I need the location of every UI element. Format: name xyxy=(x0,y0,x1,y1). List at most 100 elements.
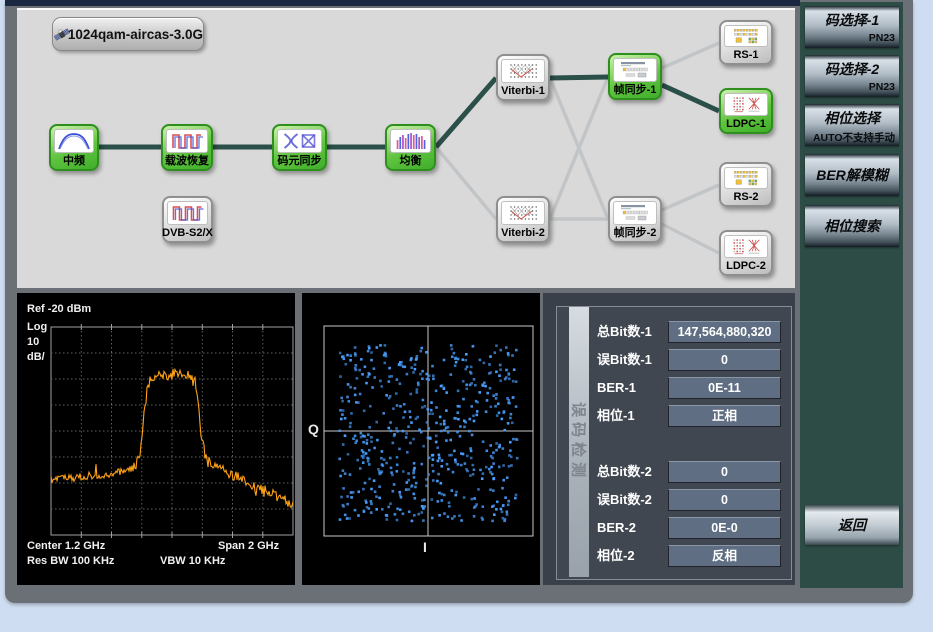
flow-block-dvb-s2x[interactable]: DVB-S2/X xyxy=(162,196,213,243)
constellation-i-label: I xyxy=(423,539,427,555)
spectrum-panel: Ref -20 dBm Log 10 dB/ Center 1.2 GHz Sp… xyxy=(17,293,295,585)
sidebar-button-label: 码选择-1 xyxy=(805,10,899,30)
flow-block-label: 载波恢复 xyxy=(165,153,209,169)
spectrum-vbw-label: VBW 10 KHz xyxy=(160,555,225,567)
sidebar-button-label: 码选择-2 xyxy=(805,59,899,79)
flow-edge-inactive xyxy=(662,224,719,253)
sidebar-button-label: 相位搜索 xyxy=(824,216,880,236)
spectrum-center-label: Center 1.2 GHz xyxy=(27,540,105,552)
ber-row-label: 误Bit数-1 xyxy=(597,349,652,371)
sidebar-button-label: BER解模糊 xyxy=(816,165,888,185)
constellation-q-label: Q xyxy=(308,421,319,437)
spectrum-rbw-label: Res BW 100 KHz xyxy=(27,555,114,567)
ber-stats-panel: 误码检测 总Bit数-1147,564,880,320 误Bit数-1 0 BER-1… xyxy=(543,293,795,585)
ber-row-value: 0 xyxy=(668,489,781,511)
bars-icon xyxy=(390,129,431,153)
flow-block-label: 均衡 xyxy=(400,153,422,169)
sidebar-button-label: 相位选择 xyxy=(805,108,899,128)
flow-block-zhentongbu-1[interactable]: 帧同步-1 xyxy=(608,53,662,100)
flow-block-zhentongbu-2[interactable]: 帧同步-2 xyxy=(608,196,662,243)
flow-block-ldpc-1[interactable]: LDPC-1 xyxy=(719,88,773,134)
ber-row-5: 总Bit数-2 0 xyxy=(597,461,783,483)
flow-block-label: 中频 xyxy=(63,153,85,169)
ber-row-value: 反相 xyxy=(668,545,781,567)
sidebar-button-sublabel: AUTO不支持手动 xyxy=(805,130,899,145)
ber-row-4: 相位-1 正相 xyxy=(597,405,783,427)
rs-icon xyxy=(724,167,768,189)
flow-edge-inactive xyxy=(436,147,496,219)
sidebar-button-2[interactable]: 码选择-2 PN23 xyxy=(805,55,899,97)
flow-block-zhongpin[interactable]: 中频 xyxy=(49,124,99,171)
scheme-title-label: 1024qam-aircas-3.0G xyxy=(68,27,203,42)
ber-title-strip: 误码检测 xyxy=(569,307,589,577)
sidebar-button-label: 返回 xyxy=(838,515,866,535)
rs-icon xyxy=(724,25,768,47)
trellis-icon xyxy=(501,201,545,225)
squarewave-icon xyxy=(167,201,208,225)
ber-stats-inner: 误码检测 总Bit数-1147,564,880,320 误Bit数-1 0 BER-1… xyxy=(556,306,792,580)
spectrum-scale-label-db: dB/ xyxy=(27,351,45,363)
flow-edge-active xyxy=(662,85,719,111)
scheme-title-button[interactable]: 1024qam-aircas-3.0G xyxy=(52,17,204,51)
flow-edge-inactive xyxy=(662,185,719,210)
trellis-icon xyxy=(501,59,545,83)
constellation-panel: Q I xyxy=(302,293,540,585)
ber-row-value: 0 xyxy=(668,461,781,483)
flow-block-label: Viterbi-1 xyxy=(501,83,545,99)
flow-block-label: 帧同步-1 xyxy=(614,82,657,98)
flow-block-rs-2[interactable]: RS-2 xyxy=(719,162,773,207)
constellation-plot xyxy=(302,293,540,585)
ber-row-label: BER-1 xyxy=(597,377,636,399)
ber-row-value: 0E-11 xyxy=(668,377,781,399)
ber-row-value: 147,564,880,320 xyxy=(668,321,781,343)
flow-block-label: RS-2 xyxy=(733,189,758,205)
frame-icon xyxy=(613,58,657,82)
sidebar-button-5[interactable]: 相位搜索 xyxy=(805,205,899,247)
flow-edge-active xyxy=(550,77,608,78)
flow-block-junheng[interactable]: 均衡 xyxy=(385,124,436,171)
ber-row-value: 0 xyxy=(668,349,781,371)
spectrum-scale-label-log: Log xyxy=(27,321,47,333)
flow-block-zaibohuifu[interactable]: 载波恢复 xyxy=(161,124,213,171)
ber-title-label: 误码检测 xyxy=(569,402,590,482)
ldpc-icon xyxy=(724,93,768,116)
frame-icon xyxy=(613,201,657,225)
ber-row-label: 相位-2 xyxy=(597,545,635,567)
ber-row-7: BER-20E-0 xyxy=(597,517,783,539)
flow-block-viterbi-1[interactable]: Viterbi-1 xyxy=(496,54,550,101)
flow-edge-inactive xyxy=(662,43,719,68)
bandpass-icon xyxy=(54,129,94,153)
flow-block-label: 帧同步-2 xyxy=(614,225,657,241)
ber-row-label: BER-2 xyxy=(597,517,636,539)
spectrum-span-label: Span 2 GHz xyxy=(218,540,279,552)
spectrum-ref-label: Ref -20 dBm xyxy=(27,303,91,315)
ber-row-1: 总Bit数-1147,564,880,320 xyxy=(597,321,783,343)
spectrum-scale-label-10: 10 xyxy=(27,336,39,348)
ldpc-icon xyxy=(724,235,768,258)
eye-icon xyxy=(277,129,322,153)
ber-row-3: BER-1 0E-11 xyxy=(597,377,783,399)
flow-block-rs-1[interactable]: RS-1 xyxy=(719,20,773,65)
ber-row-2: 误Bit数-1 0 xyxy=(597,349,783,371)
flow-block-mayuantongbu[interactable]: 码元同步 xyxy=(272,124,327,171)
ber-row-6: 误Bit数-20 xyxy=(597,489,783,511)
ber-row-value: 正相 xyxy=(668,405,781,427)
flow-block-label: DVB-S2/X xyxy=(162,225,213,241)
sidebar-button-sublabel: PN23 xyxy=(805,81,899,93)
flow-block-label: RS-1 xyxy=(733,47,758,63)
ber-row-label: 总Bit数-2 xyxy=(597,461,652,483)
main-window: 中频 载波恢复 码元同步 均衡 DVB-S2/X Viterbi-1 Viterbi-2 帧同… xyxy=(5,0,913,603)
flow-block-label: LDPC-2 xyxy=(726,258,766,274)
flow-diagram-panel: 中频 载波恢复 码元同步 均衡 DVB-S2/X Viterbi-1 Viterbi-2 帧同… xyxy=(17,8,795,288)
ber-row-label: 相位-1 xyxy=(597,405,635,427)
squarewave-icon xyxy=(166,129,208,153)
sidebar-button-3[interactable]: 相位选择 AUTO不支持手动 xyxy=(805,104,899,146)
flow-edge-active xyxy=(436,78,496,147)
flow-block-ldpc-2[interactable]: LDPC-2 xyxy=(719,230,773,276)
sidebar-button-1[interactable]: 码选择-1PN23 xyxy=(805,6,899,48)
flow-block-label: 码元同步 xyxy=(278,153,322,169)
flow-block-viterbi-2[interactable]: Viterbi-2 xyxy=(496,196,550,243)
sidebar-button-4[interactable]: BER解模糊 xyxy=(805,154,899,196)
ber-row-8: 相位-2 反相 xyxy=(597,545,783,567)
sidebar-button-6[interactable]: 返回 xyxy=(805,505,899,545)
